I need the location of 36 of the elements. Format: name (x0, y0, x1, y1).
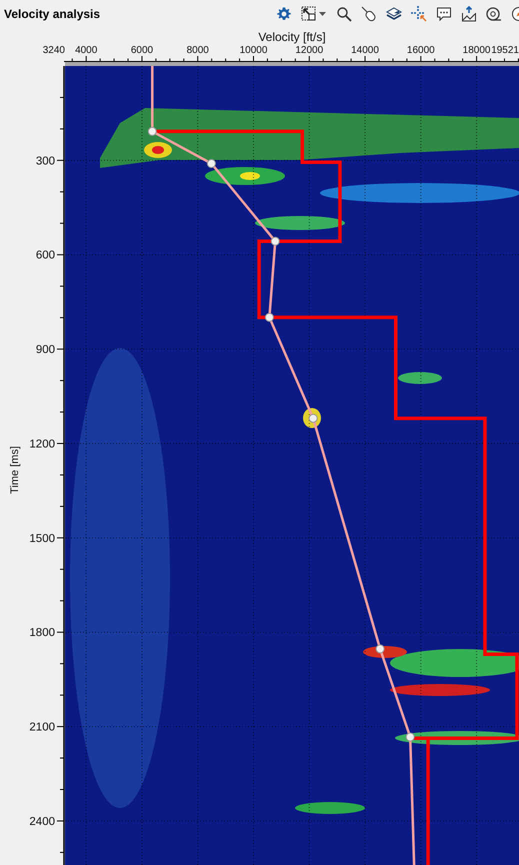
pick-marker[interactable] (264, 312, 274, 322)
tick-label: 6000 (130, 45, 154, 56)
settings-icon[interactable] (276, 6, 292, 22)
tick-label: 2100 (29, 722, 55, 734)
tick-label: 600 (36, 250, 55, 262)
tick-label: 19521 (491, 45, 519, 56)
pick-marker[interactable] (148, 126, 157, 136)
export-icon[interactable] (461, 6, 477, 22)
panel-title: Velocity analysis (4, 7, 100, 21)
axis-title: Time [ms] (9, 446, 21, 494)
axis-title: Velocity [ft/s] (258, 30, 326, 44)
tick-label: 900 (36, 344, 55, 356)
tick-label: 8000 (186, 45, 209, 56)
pick-marker[interactable] (406, 732, 415, 742)
selection-dropdown-icon[interactable] (301, 6, 327, 22)
tick-label: 12000 (295, 45, 324, 56)
tick-label: 18000 (462, 45, 490, 56)
search-icon[interactable] (336, 6, 352, 22)
crosshair-icon[interactable] (411, 6, 427, 22)
pick-marker[interactable] (206, 159, 216, 168)
layers-icon[interactable] (386, 6, 402, 22)
tick-label: 3240 (42, 45, 65, 56)
tick-label: 1200 (29, 438, 55, 450)
tick-label: 16000 (406, 45, 435, 56)
tick-label: 1500 (29, 532, 55, 545)
tick-label: 10000 (240, 45, 268, 56)
comment-icon[interactable] (436, 6, 452, 22)
pick-marker[interactable] (308, 414, 318, 423)
pick-marker[interactable] (270, 236, 280, 246)
tick-label: 14000 (351, 45, 379, 56)
tick-label: 4000 (75, 45, 98, 56)
pick-marker[interactable] (376, 644, 385, 654)
tick-label: 1800 (29, 627, 55, 640)
tape-icon[interactable] (486, 6, 502, 22)
tick-label: 2400 (29, 816, 55, 828)
tick-label: 300 (36, 155, 55, 168)
